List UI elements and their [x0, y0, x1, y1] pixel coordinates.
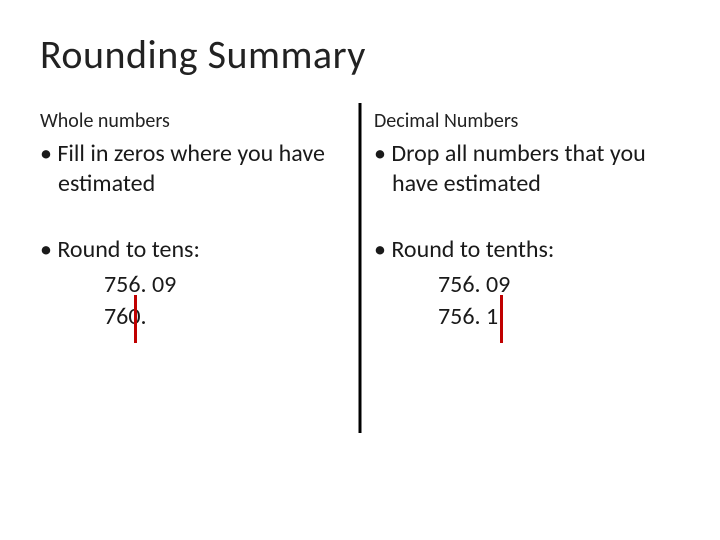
right-example-value-2: 756. 1 — [438, 302, 498, 331]
right-block-2: Round to tenths: 756. 09 756. 1 — [374, 235, 680, 334]
right-example-line-2: 756. 1 — [438, 301, 498, 333]
left-example: 756. 09 760. — [40, 269, 346, 334]
left-example-value-2: 760. — [104, 302, 147, 331]
left-example-line-1: 756. 09 — [104, 269, 346, 301]
page-title: Rounding Summary — [40, 30, 680, 79]
column-divider — [359, 103, 362, 433]
left-block-1: Fill in zeros where you have estimated — [40, 139, 346, 199]
left-block-2: Round to tens: 756. 09 760. — [40, 235, 346, 334]
right-column: Decimal Numbers Drop all numbers that yo… — [360, 109, 680, 469]
right-example-line-1: 756. 09 — [438, 269, 680, 301]
rounding-mark-icon — [500, 295, 503, 343]
slide: Rounding Summary Whole numbers Fill in z… — [0, 0, 720, 540]
right-bullet-1: Drop all numbers that you have estimated — [374, 139, 680, 199]
left-bullet-1: Fill in zeros where you have estimated — [40, 139, 346, 199]
right-heading: Decimal Numbers — [374, 109, 680, 133]
rounding-mark-icon — [134, 295, 137, 343]
left-column: Whole numbers Fill in zeros where you ha… — [40, 109, 360, 469]
left-example-line-2: 760. — [104, 301, 147, 333]
left-bullet-2: Round to tens: — [40, 235, 346, 265]
left-heading: Whole numbers — [40, 109, 346, 133]
right-example: 756. 09 756. 1 — [374, 269, 680, 334]
right-bullet-2: Round to tenths: — [374, 235, 680, 265]
right-block-1: Drop all numbers that you have estimated — [374, 139, 680, 199]
columns: Whole numbers Fill in zeros where you ha… — [40, 109, 680, 469]
